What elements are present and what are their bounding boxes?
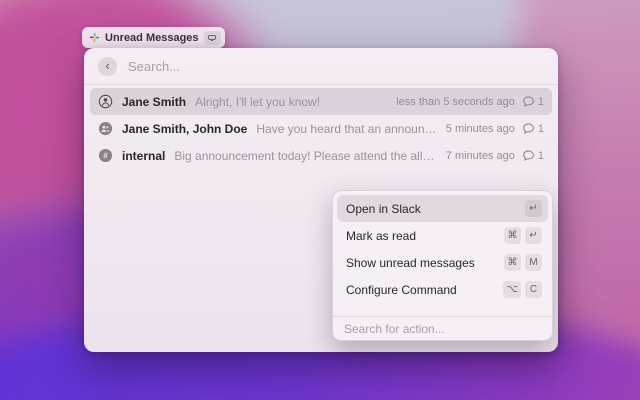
action-label: Configure Command	[346, 283, 457, 297]
chevron-left-icon: ‹	[105, 59, 109, 72]
m-keycap: M	[525, 254, 542, 271]
svg-text:#: #	[103, 152, 108, 161]
message-row-jane-smith[interactable]: Jane Smith Alright, I'll let you know! l…	[90, 88, 552, 115]
message-sender: Jane Smith	[122, 95, 186, 109]
reply-count: 1	[538, 123, 544, 135]
back-button[interactable]: ‹	[98, 57, 117, 76]
message-time: 7 minutes ago	[446, 150, 515, 162]
message-sender: Jane Smith, John Doe	[122, 122, 247, 136]
message-row-internal-channel[interactable]: # internal Big announcement today! Pleas…	[90, 142, 552, 169]
message-preview: Have you heard that an announcement is c…	[256, 122, 437, 136]
message-preview: Big announcement today! Please attend th…	[174, 149, 437, 163]
channel-hash-icon: #	[98, 148, 113, 163]
comment-bubble-icon	[522, 122, 535, 135]
action-search-bar[interactable]: Search for action...	[333, 316, 552, 340]
action-label: Show unread messages	[346, 256, 475, 270]
option-keycap: ⌥	[503, 281, 521, 298]
action-menu-items: Open in Slack ↵ Mark as read ⌘ ↵ Show un…	[333, 191, 552, 307]
action-configure-command[interactable]: Configure Command ⌥ C	[337, 276, 548, 303]
search-input[interactable]: Search...	[128, 59, 180, 74]
launcher-window: ‹ Search... Jane Smith Alright, I'll let…	[84, 48, 558, 352]
message-time: less than 5 seconds ago	[396, 96, 515, 108]
action-label: Open in Slack	[346, 202, 421, 216]
message-time: 5 minutes ago	[446, 123, 515, 135]
command-tag[interactable]: Unread Messages	[82, 27, 225, 48]
action-menu: Open in Slack ↵ Mark as read ⌘ ↵ Show un…	[332, 190, 553, 341]
command-tag-label: Unread Messages	[105, 32, 199, 44]
comment-bubble-icon	[522, 149, 535, 162]
action-show-unread-messages[interactable]: Show unread messages ⌘ M	[337, 249, 548, 276]
action-search-input[interactable]: Search for action...	[344, 322, 445, 336]
reply-count: 1	[538, 150, 544, 162]
comment-bubble-icon	[522, 95, 535, 108]
message-row-jane-smith-john-doe[interactable]: Jane Smith, John Doe Have you heard that…	[90, 115, 552, 142]
message-preview: Alright, I'll let you know!	[195, 95, 388, 109]
command-keycap: ⌘	[504, 227, 521, 244]
message-list: Jane Smith Alright, I'll let you know! l…	[84, 85, 558, 172]
hotkey-icon	[204, 31, 221, 45]
return-keycap: ↵	[525, 200, 542, 217]
return-keycap: ↵	[525, 227, 542, 244]
action-open-in-slack[interactable]: Open in Slack ↵	[337, 195, 548, 222]
c-keycap: C	[525, 281, 542, 298]
person-circle-icon	[98, 94, 113, 109]
slack-icon	[89, 32, 100, 43]
message-sender: internal	[122, 149, 165, 163]
search-bar: ‹ Search...	[84, 48, 558, 85]
action-mark-as-read[interactable]: Mark as read ⌘ ↵	[337, 222, 548, 249]
command-keycap: ⌘	[504, 254, 521, 271]
reply-count: 1	[538, 96, 544, 108]
action-label: Mark as read	[346, 229, 416, 243]
group-circle-icon	[98, 121, 113, 136]
